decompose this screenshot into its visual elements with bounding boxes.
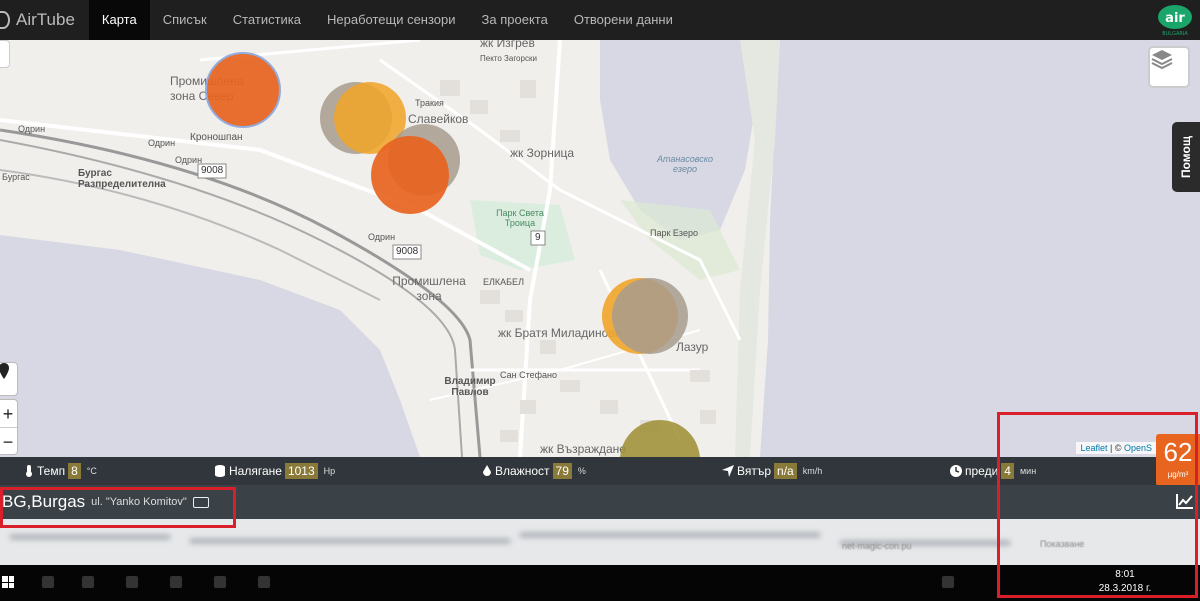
taskbar-app-icon[interactable] (214, 576, 226, 588)
nav-map[interactable]: Карта (88, 0, 150, 40)
map-label-atanasovsko: Атанасовско езеро (656, 154, 714, 174)
zoom-out-button[interactable]: − (0, 428, 17, 456)
pressure-label: Налягане (229, 464, 282, 478)
temperature-item: Темп 8 °C (24, 463, 97, 479)
brand[interactable]: AirTube (0, 0, 89, 40)
map-label-street-odrin-3: Одрин (175, 155, 203, 165)
map-label-izgrev: жк Изгрев (480, 40, 535, 50)
map-label-kronoshpan: Кроношпан (190, 132, 243, 143)
taskbar-app-icon[interactable] (82, 576, 94, 588)
pressure-unit: Hp (323, 466, 336, 476)
brand-logo-icon (0, 11, 10, 29)
windows-start-icon[interactable] (2, 576, 14, 588)
wind-item: Вятър n/a km/h (722, 463, 822, 479)
help-tab[interactable]: Помощ (1172, 122, 1200, 192)
updated-ago-label: преди (965, 464, 999, 478)
taskbar-app-icon[interactable] (42, 576, 54, 588)
database-icon (215, 465, 225, 477)
layers-button[interactable] (1148, 46, 1190, 88)
map-label-street-san-stefano: Сан Стефано (500, 370, 557, 380)
droplet-icon (483, 465, 491, 476)
temperature-unit: °C (86, 466, 97, 476)
nav-broken-sensors[interactable]: Неработещи сензори (314, 0, 469, 40)
layers-icon (1151, 50, 1173, 70)
map-label-bratya-miladinovi: жк Братя Миладинови (498, 326, 622, 340)
navbar: AirTube Карта Списък Статистика Неработе… (0, 0, 1200, 40)
blurred-text-mid: net-magic-con.pu (842, 541, 912, 551)
blur-blob (10, 535, 170, 539)
map-label-burgas-distribution: Бургас Разпределителна (78, 168, 166, 190)
svg-text:BULGARIA: BULGARIA (1162, 31, 1188, 37)
temperature-label: Темп (37, 464, 66, 478)
help-label: Помощ (1179, 136, 1194, 178)
map[interactable]: Промишлена зона Север Кроношпан Бургас Р… (0, 40, 1200, 457)
wind-value: n/a (774, 463, 797, 479)
humidity-value: 79 (552, 463, 572, 479)
nav-list[interactable]: Списък (150, 0, 220, 40)
map-control-top-left[interactable] (0, 40, 10, 68)
map-label-burgas-small: Бургас (2, 172, 30, 182)
map-label-lazur: Лазур (676, 340, 709, 354)
humidity-unit: % (577, 466, 586, 476)
map-label-vazrazhdane: жк Възраждане (540, 442, 626, 456)
brand-name: AirTube (16, 10, 75, 29)
sensor-bubble[interactable] (205, 52, 281, 128)
wind-label: Вятър (737, 464, 772, 478)
sensor-bubble[interactable] (612, 278, 688, 354)
map-label-street-odrin-2: Одрин (148, 138, 176, 148)
map-label-elkabel: ЕЛКАБЕЛ (483, 277, 524, 287)
road-shield-9: 9 (535, 232, 541, 243)
blur-blob (520, 533, 820, 537)
thermometer-icon (26, 465, 32, 477)
map-label-zornitsa: жк Зорница (510, 146, 575, 160)
map-label-park-troica: Парк Света Троица (496, 208, 544, 228)
taskbar-tray-icon[interactable] (942, 576, 954, 588)
air-bulgaria-logo[interactable]: air BULGARIA (1156, 3, 1194, 37)
navigation-arrow-icon (722, 465, 734, 477)
highlight-aqi-area (997, 412, 1198, 598)
road-shield-9008-b: 9008 (396, 246, 419, 257)
nav-statistics[interactable]: Статистика (220, 0, 314, 40)
zoom-in-button[interactable]: + (0, 400, 17, 428)
map-label-street-odrin-1: Одрин (18, 124, 46, 134)
wind-unit: km/h (802, 466, 823, 476)
nav-about[interactable]: За проекта (469, 0, 561, 40)
map-label-street-pekto: Пекто Загорски (480, 54, 537, 63)
map-label-street-odrin-4: Одрин (368, 232, 396, 242)
sensor-bubble[interactable] (371, 136, 449, 214)
locate-button[interactable] (0, 362, 18, 396)
humidity-label: Влажност (495, 464, 550, 478)
blur-blob (190, 539, 510, 543)
pressure-value: 1013 (284, 463, 318, 479)
temperature-value: 8 (68, 463, 81, 479)
highlight-location (0, 487, 236, 528)
map-label-park-ezero: Парк Езеро (650, 228, 698, 238)
road-shield-9008-a: 9008 (201, 165, 224, 176)
humidity-item: Влажност 79 % (482, 463, 586, 479)
taskbar-app-icon[interactable] (170, 576, 182, 588)
map-label-vladimir-pavlov: Владимир Павлов (444, 376, 496, 398)
clock-icon (950, 465, 962, 477)
map-label-industrial-zone: Промишлена зона (392, 274, 466, 303)
zoom-control: + − (0, 399, 18, 455)
svg-text:air: air (1165, 11, 1185, 26)
map-pin-icon (0, 363, 9, 379)
map-label-street-trakia: Тракия (415, 98, 444, 108)
pressure-item: Налягане 1013 Hp (214, 463, 335, 479)
taskbar-app-icon[interactable] (126, 576, 138, 588)
taskbar-app-icon[interactable] (258, 576, 270, 588)
nav-open-data[interactable]: Отворени данни (561, 0, 686, 40)
